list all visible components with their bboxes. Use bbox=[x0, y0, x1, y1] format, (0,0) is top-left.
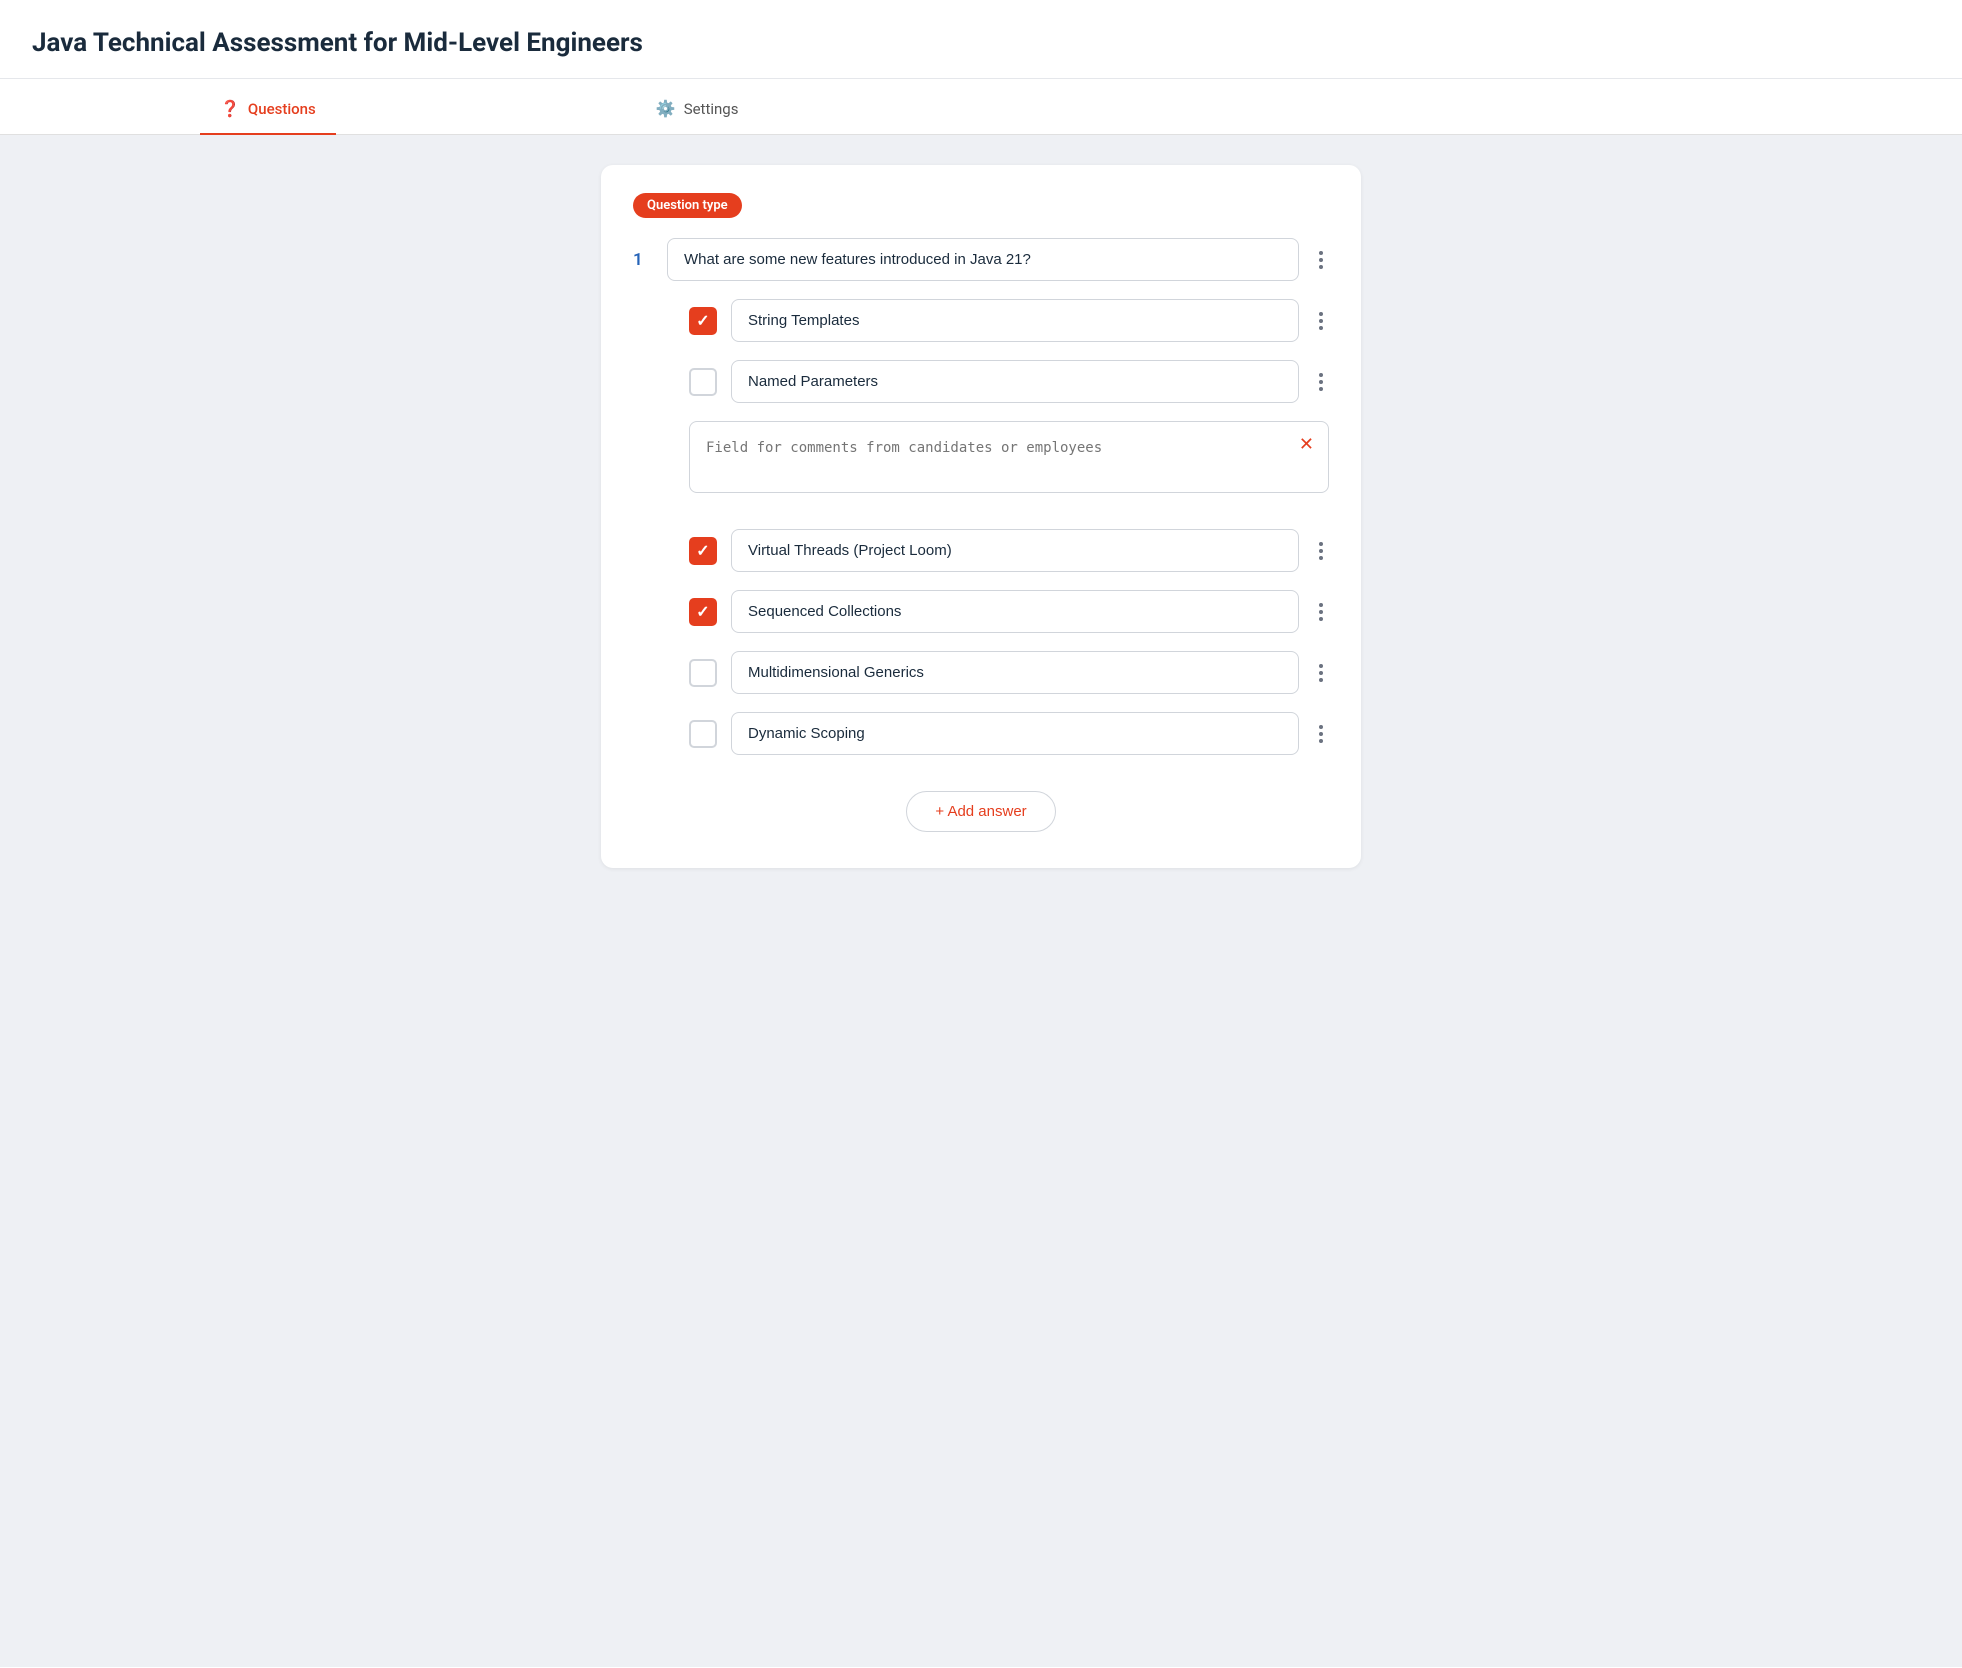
dot3 bbox=[1319, 265, 1323, 269]
answer-checkbox-3[interactable] bbox=[689, 537, 717, 565]
answer-checkbox-4[interactable] bbox=[689, 598, 717, 626]
settings-icon: ⚙️ bbox=[656, 99, 676, 118]
questions-icon: ❓ bbox=[220, 99, 240, 118]
dot1 bbox=[1319, 373, 1323, 377]
answer-row bbox=[633, 651, 1329, 694]
dot1 bbox=[1319, 251, 1323, 255]
dot1 bbox=[1319, 664, 1323, 668]
dot2 bbox=[1319, 549, 1323, 553]
answer-more-button-4[interactable] bbox=[1313, 597, 1329, 627]
question-number: 1 bbox=[633, 250, 653, 270]
answer-row bbox=[633, 529, 1329, 572]
dot1 bbox=[1319, 312, 1323, 316]
answer-more-button-1[interactable] bbox=[1313, 306, 1329, 336]
add-answer-btn-wrap: + Add answer bbox=[633, 773, 1329, 832]
dot2 bbox=[1319, 610, 1323, 614]
answer-more-button-3[interactable] bbox=[1313, 536, 1329, 566]
answer-row bbox=[633, 360, 1329, 403]
tab-questions[interactable]: ❓ Questions bbox=[200, 79, 336, 134]
answer-checkbox-6[interactable] bbox=[689, 720, 717, 748]
answer-more-button-5[interactable] bbox=[1313, 658, 1329, 688]
answer-input-3[interactable] bbox=[731, 529, 1299, 572]
answer-more-button-6[interactable] bbox=[1313, 719, 1329, 749]
answer-row bbox=[633, 299, 1329, 342]
dot2 bbox=[1319, 258, 1323, 262]
dot3 bbox=[1319, 678, 1323, 682]
dot2 bbox=[1319, 319, 1323, 323]
answer-input-5[interactable] bbox=[731, 651, 1299, 694]
dot2 bbox=[1319, 380, 1323, 384]
form-container: Question type 1 bbox=[601, 165, 1361, 868]
dot1 bbox=[1319, 542, 1323, 546]
dot1 bbox=[1319, 603, 1323, 607]
question-row: 1 bbox=[633, 238, 1329, 281]
dot3 bbox=[1319, 739, 1323, 743]
answer-input-4[interactable] bbox=[731, 590, 1299, 633]
add-answer-button[interactable]: + Add answer bbox=[906, 791, 1055, 832]
dot3 bbox=[1319, 617, 1323, 621]
page-title: Java Technical Assessment for Mid-Level … bbox=[32, 28, 1930, 58]
comment-field-container: ✕ bbox=[689, 421, 1329, 493]
tab-settings-label: Settings bbox=[684, 100, 739, 118]
answer-input-2[interactable] bbox=[731, 360, 1299, 403]
tab-questions-label: Questions bbox=[248, 100, 316, 118]
dot2 bbox=[1319, 671, 1323, 675]
answer-row bbox=[633, 712, 1329, 755]
answer-checkbox-5[interactable] bbox=[689, 659, 717, 687]
main-content: ❓ Questions ⚙️ Settings Question type 1 bbox=[0, 79, 1962, 1667]
question-type-badge: Question type bbox=[633, 193, 742, 218]
dot2 bbox=[1319, 732, 1323, 736]
dot3 bbox=[1319, 556, 1323, 560]
dot1 bbox=[1319, 725, 1323, 729]
answer-checkbox-2[interactable] bbox=[689, 368, 717, 396]
dot3 bbox=[1319, 326, 1323, 330]
tabs-bar: ❓ Questions ⚙️ Settings bbox=[0, 79, 1962, 135]
answer-row bbox=[633, 590, 1329, 633]
answer-more-button-2[interactable] bbox=[1313, 367, 1329, 397]
comment-close-button[interactable]: ✕ bbox=[1285, 422, 1328, 492]
close-icon: ✕ bbox=[1299, 434, 1314, 455]
question-input[interactable] bbox=[667, 238, 1299, 281]
page-header: Java Technical Assessment for Mid-Level … bbox=[0, 0, 1962, 79]
dot3 bbox=[1319, 387, 1323, 391]
comment-field-input[interactable] bbox=[690, 422, 1285, 492]
question-more-button[interactable] bbox=[1313, 245, 1329, 275]
answer-input-6[interactable] bbox=[731, 712, 1299, 755]
answer-input-1[interactable] bbox=[731, 299, 1299, 342]
answer-checkbox-1[interactable] bbox=[689, 307, 717, 335]
tab-settings[interactable]: ⚙️ Settings bbox=[636, 79, 759, 134]
comment-field-row: ✕ bbox=[633, 421, 1329, 511]
